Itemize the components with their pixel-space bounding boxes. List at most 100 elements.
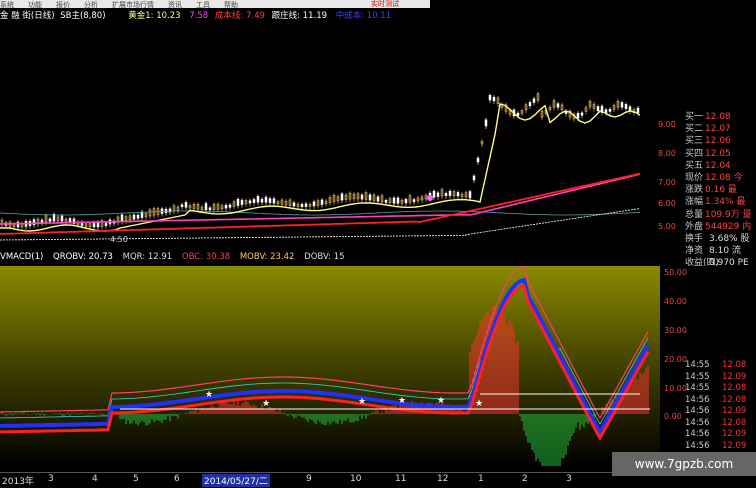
tick-price: 12.09 [722, 371, 747, 382]
candle-body [300, 203, 304, 207]
candle-body [608, 108, 612, 112]
tick-price: 12.08 [722, 360, 747, 370]
tick-row: 14:56 12.09 [685, 440, 756, 452]
candle-body [304, 203, 308, 207]
tick-time: 14:55 [685, 371, 710, 382]
price-axis: 9.00 8.00 7.00 6.00 5.00 [656, 110, 686, 245]
signal-star-icon: ★ [262, 399, 270, 409]
candle-body [256, 196, 260, 203]
time-axis-label: 6 [174, 474, 180, 484]
tick-row: 14:56 12.09 [685, 405, 756, 417]
tick-time: 14:56 [685, 394, 710, 405]
menu-title: 实时测试 [371, 0, 399, 8]
ma-line-teal [0, 210, 641, 216]
candle-body [368, 194, 372, 201]
candle-body [92, 222, 96, 228]
candle-body [264, 196, 268, 203]
candle-body [436, 192, 440, 197]
tick-time: 14:56 [685, 429, 710, 439]
candle-body [472, 175, 476, 181]
signal-star-icon: ★ [475, 399, 483, 409]
candle-body [580, 112, 584, 116]
quote-value: 1.34% 最 [705, 197, 746, 208]
menu-bar: 系统 功能 报价 分析 扩展市场行情 资讯 工具 帮助 [0, 0, 430, 9]
quote-value: 12.06 [705, 136, 731, 147]
quote-value: 12.08 今 [705, 173, 743, 183]
candle-body [240, 199, 244, 205]
time-axis-label: 1 [478, 474, 484, 484]
candle-body [252, 199, 256, 203]
indicator-axis-label: 30.00 [664, 326, 687, 335]
candle-body [396, 197, 400, 204]
indicator-name[interactable]: VMACD(1) [0, 252, 43, 262]
time-axis-label: 12 [437, 474, 449, 484]
price-chart[interactable]: 4.50 [0, 8, 665, 248]
time-axis-label: 2013年 [2, 477, 34, 487]
candle-body [208, 207, 212, 211]
candle-body [136, 214, 140, 219]
signal-star-icon: ★ [358, 397, 366, 407]
vmacd-indicator-chart[interactable]: ★ ★ ★ ★ ★ ★ [0, 266, 660, 466]
candle-body [60, 215, 64, 222]
quote-label: 买二 [685, 124, 704, 135]
candle-body [184, 202, 188, 208]
candle-body [484, 119, 488, 127]
quote-label: 买三 [685, 136, 704, 147]
time-axis-label: 5 [133, 474, 139, 484]
quote-row: 买一 12.08 [685, 111, 756, 123]
quote-value: 109.9万 量 [705, 209, 752, 220]
tick-price: 12.09 [722, 429, 747, 439]
candle-body [236, 199, 240, 206]
candle-body [444, 193, 448, 196]
candle-body [516, 112, 520, 116]
tick-time: 14:56 [685, 406, 710, 416]
candle-body [204, 203, 208, 211]
quote-value: 0.16 最 [705, 185, 737, 196]
obc-value: OBC: 30.38 [181, 252, 231, 262]
candle-body [532, 98, 536, 103]
cursor-date: 2014/05/27/二 [202, 474, 270, 487]
quote-row: 涨幅 1.34% 最 [685, 196, 756, 208]
time-axis-label: 4 [92, 474, 98, 484]
candle-body [384, 199, 388, 203]
candle-body [596, 106, 600, 111]
quote-row: 换手 3.68% 股 [685, 233, 756, 245]
candle-body [132, 214, 136, 220]
mobv-value: MOBV: 23.42 [239, 252, 295, 262]
quote-label: 涨跌 [685, 185, 704, 196]
tick-row: 14:55 12.08 [685, 382, 756, 394]
tick-row: 14:55 12.09 [685, 371, 756, 383]
candle-body [272, 198, 276, 204]
candle-body [492, 96, 496, 102]
tick-time: 14:55 [685, 360, 710, 370]
time-axis-label: 10 [350, 474, 362, 484]
tick-time: 14:56 [685, 440, 710, 451]
quote-value: 0.970 PE [709, 258, 749, 269]
quote-row: 买五 12.04 [685, 160, 756, 172]
indicator-axis-label: 10.00 [664, 384, 687, 393]
quote-row: 买三 12.06 [685, 135, 756, 147]
candle-body [448, 190, 452, 196]
indicator-axis-label: 50.00 [664, 268, 687, 277]
quote-label: 换手 [685, 234, 704, 244]
indicator-axis-label: 20.00 [664, 355, 687, 364]
candle-body [312, 201, 316, 207]
time-axis-label: 2 [522, 474, 528, 484]
candle-body [48, 218, 52, 222]
quote-value: 12.05 [705, 148, 731, 159]
candle-body [432, 190, 436, 198]
candle-body [104, 222, 108, 226]
time-axis-label: 9 [306, 474, 312, 484]
signal-star-icon: ★ [398, 396, 406, 406]
candle-body [556, 103, 560, 108]
candle-body [224, 205, 228, 209]
quote-row: 收益(四) 0.970 PE [685, 257, 756, 269]
candle-body [488, 95, 492, 101]
time-axis-label: 3 [566, 474, 572, 484]
tick-row: 14:55 12.08 [685, 359, 756, 371]
tick-row: 14:56 12.08 [685, 417, 756, 429]
quote-label: 现价 [685, 173, 704, 183]
candle-body [620, 102, 624, 108]
quote-row: 买四 12.05 [685, 148, 756, 160]
dobv-value: DOBV: 15 [304, 252, 345, 262]
